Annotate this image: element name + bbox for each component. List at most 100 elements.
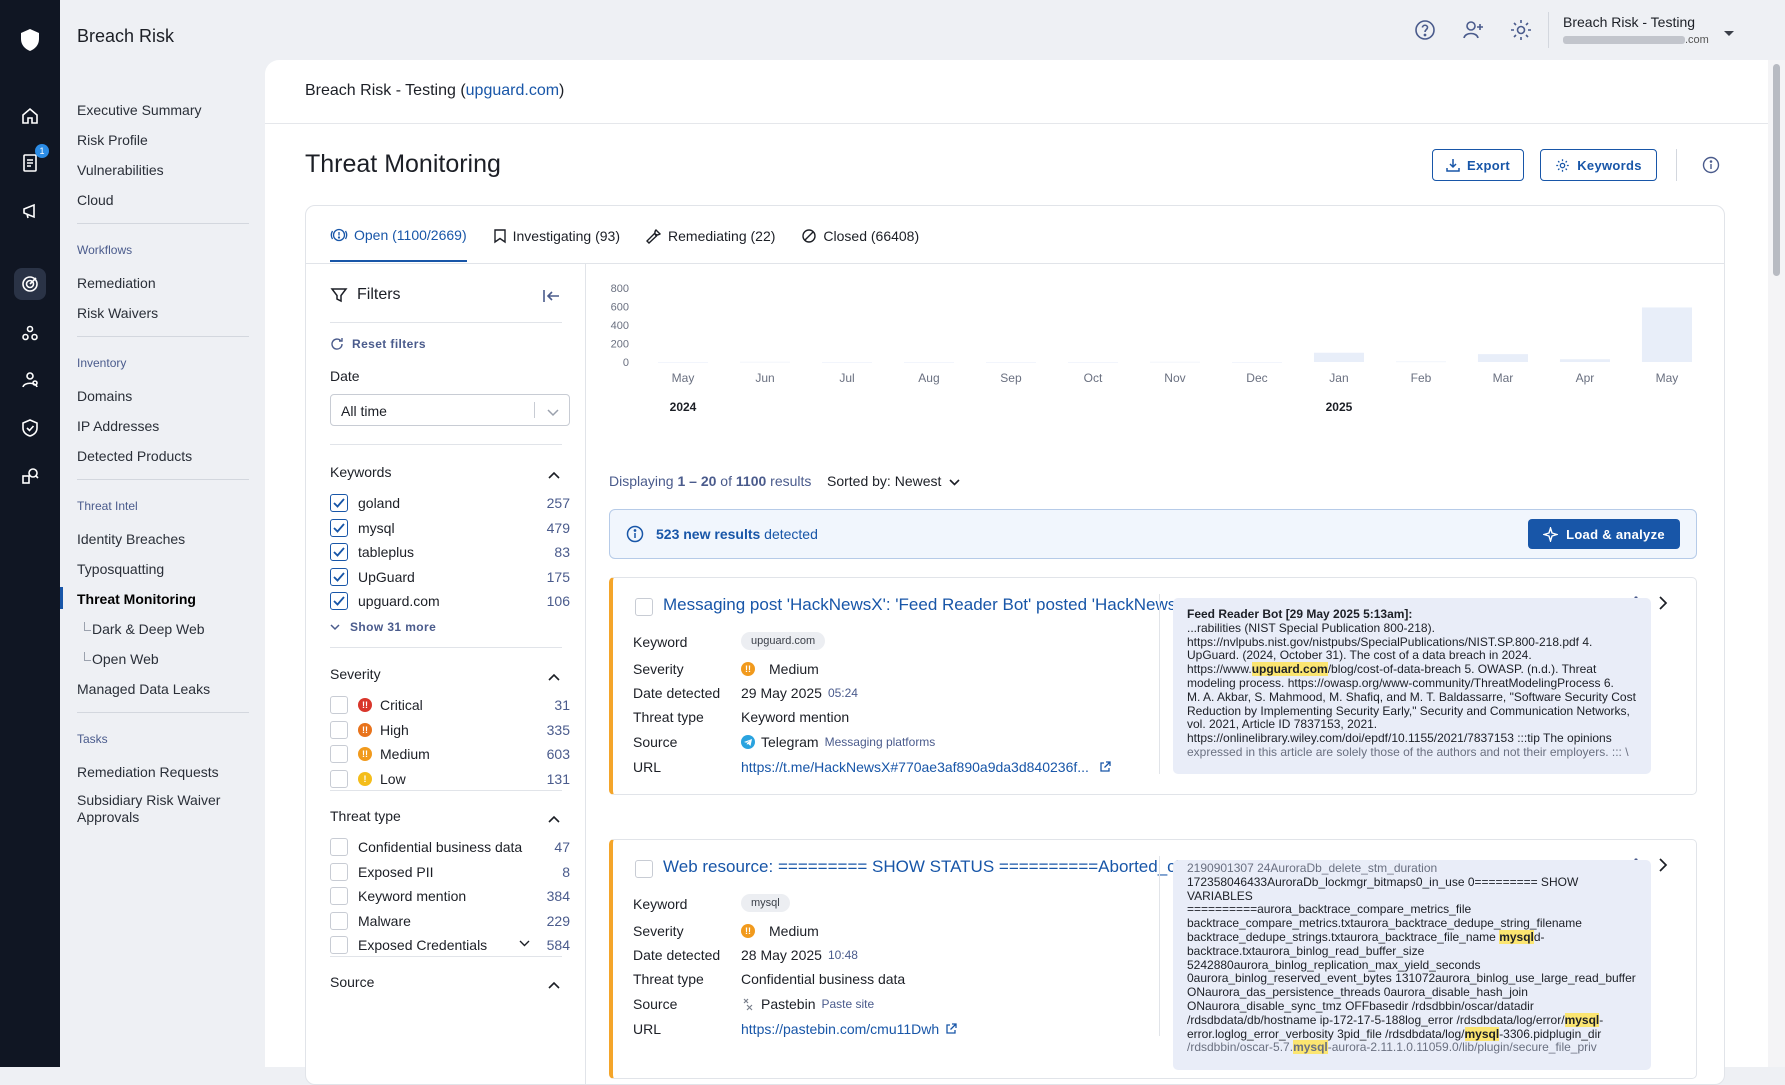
checkbox[interactable] <box>330 518 348 537</box>
threat-intel-icon[interactable] <box>14 268 46 300</box>
checkbox[interactable] <box>330 543 348 562</box>
tab-closed[interactable]: Closed (66408) <box>801 206 919 262</box>
chart-bar[interactable] <box>1395 361 1446 363</box>
result-card[interactable]: Web resource: ========= SHOW STATUS ====… <box>609 839 1697 1079</box>
checkbox[interactable] <box>330 887 348 906</box>
threat-type-filter-row[interactable]: Exposed Credentials 584 <box>330 934 570 956</box>
severity-filter-row[interactable]: ! Low 131 <box>330 768 570 790</box>
settings-gear-icon[interactable] <box>1509 18 1533 42</box>
result-card[interactable]: Messaging post 'HackNewsX': 'Feed Reader… <box>609 577 1697 795</box>
result-checkbox[interactable] <box>635 860 653 878</box>
keyword-filter-row[interactable]: tableplus 83 <box>330 541 570 563</box>
result-checkbox[interactable] <box>635 598 653 616</box>
tab-remediating[interactable]: Remediating (22) <box>646 206 775 262</box>
sidebar-item-managed-data-leaks[interactable]: Managed Data Leaks <box>77 681 210 697</box>
severity-filter-row[interactable]: !! Medium 603 <box>330 743 570 765</box>
sidebar-item-subsidiary-risk-waiver[interactable]: Subsidiary Risk Waiver <box>77 792 220 808</box>
people-icon[interactable] <box>14 364 46 396</box>
chart-bar[interactable] <box>1477 354 1528 362</box>
sidebar-item-detected-products[interactable]: Detected Products <box>77 448 192 464</box>
checkbox[interactable] <box>330 936 348 955</box>
keyword-filter-row[interactable]: upguard.com 106 <box>330 590 570 612</box>
home-icon[interactable] <box>14 100 46 132</box>
chart-bar[interactable] <box>739 361 790 363</box>
external-link-icon[interactable] <box>945 1023 957 1035</box>
tab-investigating[interactable]: Investigating (93) <box>493 206 620 262</box>
breadcrumb-domain-link[interactable]: upguard.com <box>466 82 559 99</box>
chart-bar[interactable] <box>1231 362 1282 363</box>
chart-bar[interactable] <box>985 362 1036 363</box>
checkbox[interactable] <box>330 745 348 764</box>
sort-dropdown[interactable]: Sorted by: Newest <box>827 473 960 489</box>
checkbox[interactable] <box>330 838 348 856</box>
result-title[interactable]: Messaging post 'HackNewsX': 'Feed Reader… <box>663 595 1191 615</box>
search-people-icon[interactable] <box>14 460 46 492</box>
chart-bar[interactable] <box>903 362 954 363</box>
source-section-header[interactable]: Source <box>330 974 566 990</box>
checkbox[interactable] <box>330 911 348 930</box>
results-timeline-chart[interactable]: 800 600 400 200 0 May Jun Jul Aug Sep Oct Nov Dec Jan… <box>607 280 1707 420</box>
show-more-keywords-button[interactable]: Show 31 more <box>330 620 436 634</box>
severity-filter-row[interactable]: !! High 335 <box>330 719 570 741</box>
reset-filters-button[interactable]: Reset filters <box>330 337 426 351</box>
chevron-right-icon[interactable] <box>1659 858 1668 875</box>
checkbox[interactable] <box>330 494 348 512</box>
sidebar-item-ip-addresses[interactable]: IP Addresses <box>77 418 159 434</box>
org-dropdown-caret-icon[interactable] <box>1723 25 1735 41</box>
add-user-icon[interactable] <box>1461 18 1485 42</box>
field-url[interactable]: https://t.me/HackNewsX#770ae3af890a9da3d… <box>741 759 1111 775</box>
shield-check-icon[interactable] <box>14 412 46 444</box>
sidebar-item-identity-breaches[interactable]: Identity Breaches <box>77 531 185 547</box>
sidebar-item-remediation-requests[interactable]: Remediation Requests <box>77 764 219 780</box>
checkbox[interactable] <box>330 769 348 788</box>
vendors-icon[interactable] <box>14 317 46 349</box>
scrollbar-thumb[interactable] <box>1773 64 1780 276</box>
sidebar-item-executive-summary[interactable]: Executive Summary <box>77 102 201 118</box>
tab-open[interactable]: Open (1100/2669) <box>330 206 467 262</box>
chart-bar[interactable] <box>658 362 708 363</box>
sidebar-item-typosquatting[interactable]: Typosquatting <box>77 561 164 577</box>
chart-bar[interactable] <box>1641 307 1692 362</box>
checkbox[interactable] <box>330 720 348 739</box>
megaphone-icon[interactable] <box>14 195 46 227</box>
sidebar-item-risk-waivers[interactable]: Risk Waivers <box>77 305 158 321</box>
collapse-filters-icon[interactable] <box>542 288 562 307</box>
sidebar-item-approvals[interactable]: Approvals <box>77 809 139 825</box>
chart-bar[interactable] <box>1313 352 1364 362</box>
info-icon[interactable] <box>1702 156 1720 177</box>
checkbox[interactable] <box>330 696 348 714</box>
checkbox[interactable] <box>330 592 348 611</box>
sidebar-item-domains[interactable]: Domains <box>77 388 132 404</box>
sidebar-item-remediation[interactable]: Remediation <box>77 275 156 291</box>
chart-bar[interactable] <box>821 362 872 363</box>
keyword-filter-row[interactable]: goland 257 <box>330 492 570 514</box>
export-button[interactable]: Export <box>1432 149 1524 181</box>
sidebar-item-cloud[interactable]: Cloud <box>77 192 114 208</box>
sidebar-item-open-web[interactable]: Open Web <box>84 651 159 667</box>
help-icon[interactable] <box>1413 18 1437 42</box>
external-link-icon[interactable] <box>1099 761 1111 773</box>
load-analyze-button[interactable]: Load & analyze <box>1528 519 1680 549</box>
keywords-section-header[interactable]: Keywords <box>330 464 566 480</box>
org-switcher[interactable]: Breach Risk - Testing .com <box>1563 14 1709 46</box>
sidebar-item-vulnerabilities[interactable]: Vulnerabilities <box>77 162 164 178</box>
chart-bar[interactable] <box>1067 362 1118 363</box>
threat-type-filter-row[interactable]: Malware 229 <box>330 910 570 932</box>
chevron-right-icon[interactable] <box>1659 596 1668 613</box>
keyword-filter-row[interactable]: mysql 479 <box>330 517 570 539</box>
checkbox[interactable] <box>330 567 348 586</box>
sidebar-item-dark-deep-web[interactable]: Dark & Deep Web <box>84 621 205 637</box>
date-select[interactable]: All time <box>330 394 570 426</box>
chart-bar[interactable] <box>1149 361 1200 363</box>
threat-type-filter-row[interactable]: Exposed PII 8 <box>330 861 570 883</box>
sidebar-item-risk-profile[interactable]: Risk Profile <box>77 132 148 148</box>
severity-filter-row[interactable]: !! Critical 31 <box>330 694 570 716</box>
chart-bar[interactable] <box>1559 359 1610 362</box>
keyword-filter-row[interactable]: UpGuard 175 <box>330 566 570 588</box>
field-url[interactable]: https://pastebin.com/cmu11Dwh <box>741 1021 957 1037</box>
expand-credentials-chevron-icon[interactable] <box>519 934 530 950</box>
threat-type-section-header[interactable]: Threat type <box>330 808 566 824</box>
keywords-button[interactable]: Keywords <box>1540 149 1657 181</box>
upguard-logo-icon[interactable] <box>14 24 46 56</box>
threat-type-filter-row[interactable]: Keyword mention 384 <box>330 885 570 907</box>
